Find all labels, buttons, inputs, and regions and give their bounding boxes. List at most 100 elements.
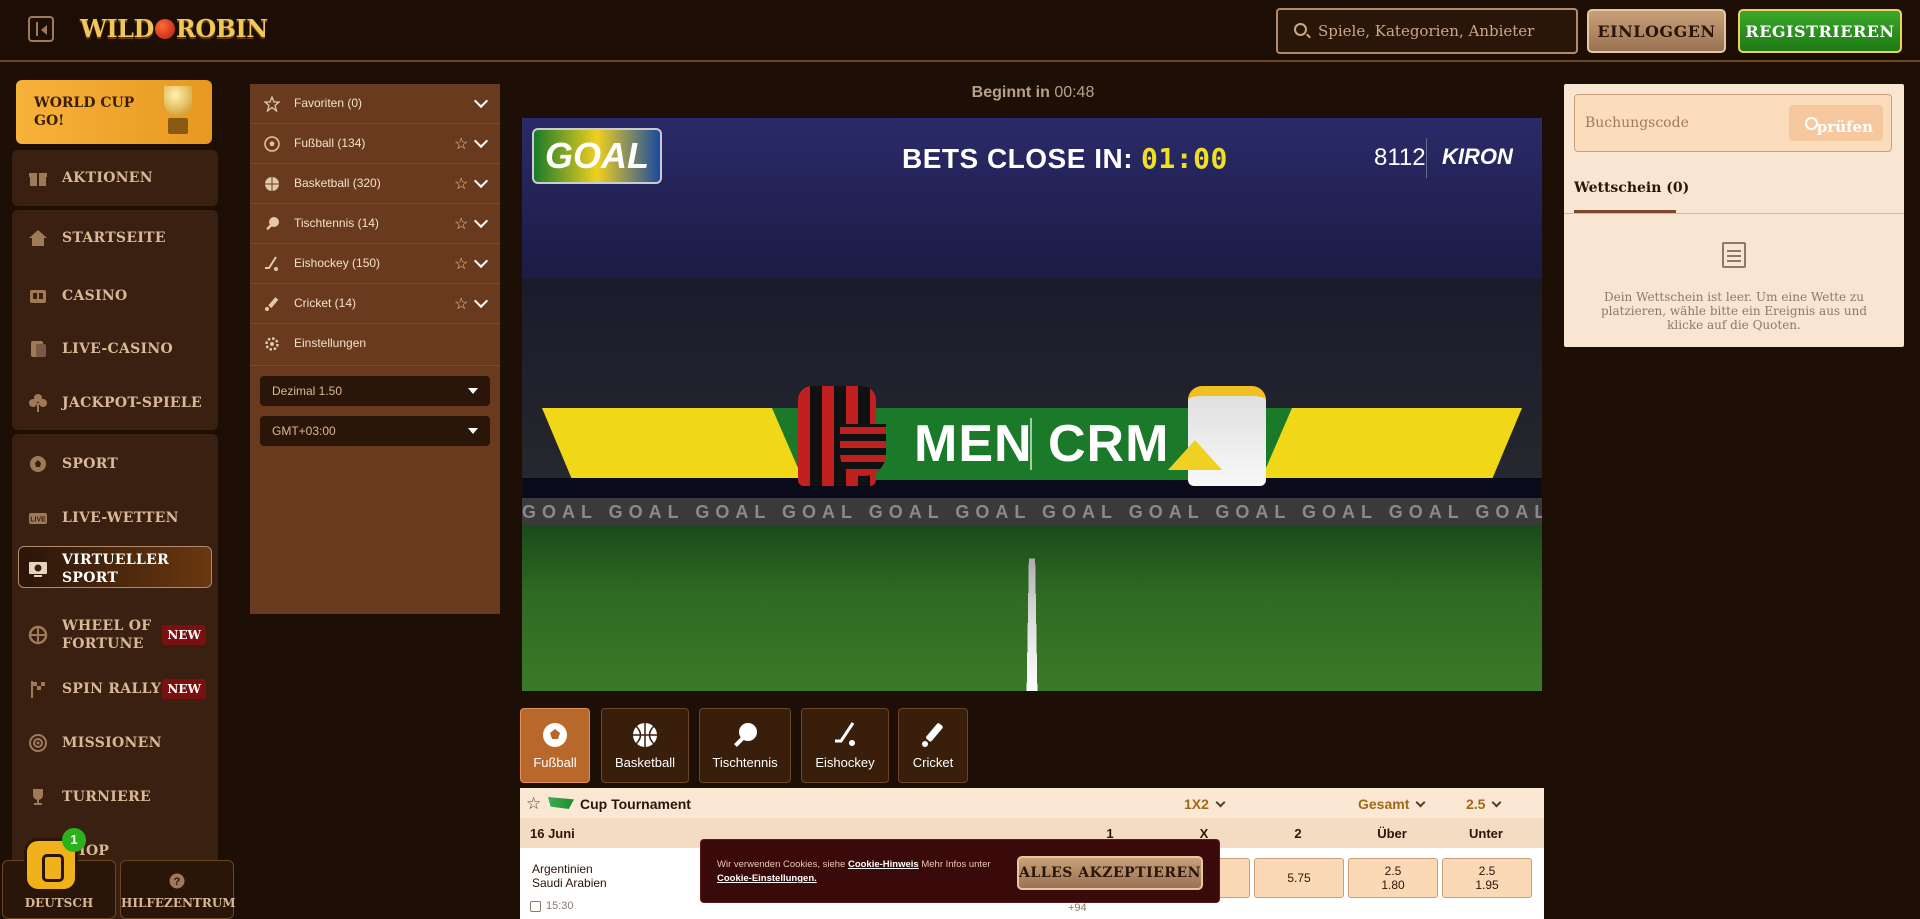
sidebar-item-label: MISSIONEN — [62, 735, 162, 751]
sidebar-item-aktionen[interactable]: AKTIONEN — [12, 153, 218, 203]
logo-text-robin: ROBIN — [175, 14, 268, 43]
help-icon: ? — [169, 873, 185, 889]
event-countdown: Beginnt in 00:48 — [522, 84, 1544, 102]
sidebar-item-label: WHEEL OF FORTUNE — [62, 618, 152, 652]
tournament-title: Cup Tournament — [580, 796, 691, 812]
sports-nav-hockey[interactable]: Eishockey (150) ☆ — [250, 244, 500, 284]
login-button[interactable]: EINLOGGEN — [1587, 9, 1726, 53]
provider-logo: KIRON — [1442, 144, 1513, 169]
top-header: WILD ROBIN EINLOGGEN REGISTRIEREN — [0, 0, 1920, 62]
flag-icon — [31, 681, 45, 698]
sports-nav-settings[interactable]: Einstellungen — [250, 324, 500, 366]
cookie-text-part: Wir verwenden Cookies, siehe — [717, 859, 846, 870]
search-input[interactable] — [1318, 10, 1568, 52]
column-header-under: Unter — [1469, 826, 1503, 841]
tab-label: Eishockey — [815, 755, 875, 770]
favorite-star-icon[interactable]: ☆ — [454, 294, 468, 314]
sports-nav-label: Basketball (320) — [294, 176, 381, 190]
check-booking-button[interactable]: prüfen — [1789, 105, 1883, 141]
register-button[interactable]: REGISTRIEREN — [1738, 9, 1902, 53]
help-label: HILFEZENTRUM — [121, 896, 236, 910]
tab-table-tennis[interactable]: Tischtennis — [699, 708, 791, 783]
timezone-select[interactable]: GMT+03:00 — [260, 416, 490, 446]
empty-betslip-icon — [1722, 242, 1746, 268]
chat-notification-badge: 1 — [62, 828, 86, 852]
sidebar-item-wheel-of-fortune[interactable]: WHEEL OF FORTUNE NEW — [12, 610, 218, 660]
cricket-icon — [922, 723, 943, 747]
column-header-2: 2 — [1294, 826, 1302, 841]
sidebar-item-virtueller-sport[interactable]: VIRTUELLER SPORT — [12, 546, 218, 592]
sports-nav-label: Fußball (134) — [294, 136, 366, 150]
chevron-down-icon[interactable] — [473, 133, 489, 149]
sidebar-item-live-casino[interactable]: LIVE-CASINO — [12, 324, 218, 374]
favorite-star-icon[interactable]: ☆ — [454, 174, 468, 194]
sidebar-item-startseite[interactable]: STARTSEITE — [12, 213, 218, 263]
odds-line: 2.5 — [1384, 864, 1402, 878]
sidebar-item-live-wetten[interactable]: LIVE LIVE-WETTEN — [12, 493, 218, 543]
language-label: DEUTSCH — [24, 896, 94, 910]
tab-label: Tischtennis — [712, 755, 778, 770]
casino-icon — [30, 290, 46, 303]
market-1x2-select[interactable]: 1X2 — [1184, 796, 1224, 812]
chevron-down-icon[interactable] — [473, 173, 489, 189]
favorite-star-icon[interactable]: ☆ — [454, 214, 468, 234]
favorite-star-icon[interactable]: ☆ — [454, 254, 468, 274]
sidebar-item-jackpot[interactable]: JACKPOT-SPIELE — [12, 378, 218, 428]
sidebar-item-sport[interactable]: SPORT — [12, 439, 218, 489]
nav-group-main: STARTSEITE CASINO LIVE-CASINO JACKPOT-SP… — [12, 210, 218, 430]
odds-button-2[interactable]: 5.75 — [1254, 858, 1344, 898]
market-total-select[interactable]: Gesamt — [1358, 796, 1424, 812]
football-icon — [30, 456, 46, 472]
cookie-notice-link[interactable]: Cookie-Hinweis — [848, 859, 919, 870]
favorite-star-icon[interactable]: ☆ — [454, 134, 468, 154]
chevron-down-icon[interactable] — [473, 93, 489, 109]
favorite-star-icon[interactable]: ☆ — [526, 794, 541, 814]
timezone-value: GMT+03:00 — [272, 424, 336, 438]
event-id: 8112 — [1374, 144, 1426, 171]
sidebar-item-casino[interactable]: CASINO — [12, 271, 218, 321]
odds-button-over[interactable]: 2.5 1.80 — [1348, 858, 1438, 898]
odds-table-header: ☆ Cup Tournament 1X2 Gesamt 2.5 — [520, 788, 1544, 818]
sidebar-item-turniere[interactable]: TURNIERE — [12, 772, 218, 822]
search-box[interactable] — [1276, 8, 1578, 54]
star-icon — [264, 96, 280, 112]
chevron-down-icon[interactable] — [473, 213, 489, 229]
stats-icon[interactable] — [530, 901, 541, 912]
total-line-select[interactable]: 2.5 — [1466, 796, 1500, 812]
more-markets-count[interactable]: +94 — [1068, 902, 1087, 914]
odds-format-select[interactable]: Dezimal 1.50 — [260, 376, 490, 406]
accept-all-cookies-button[interactable]: ALLES AKZEPTIEREN — [1017, 856, 1203, 890]
chevron-down-icon[interactable] — [473, 293, 489, 309]
world-cup-promo-button[interactable]: WORLD CUP GO! — [16, 80, 212, 144]
sidebar-item-missionen[interactable]: MISSIONEN — [12, 718, 218, 768]
tab-hockey[interactable]: Eishockey — [801, 708, 889, 783]
tab-basketball[interactable]: Basketball — [601, 708, 689, 783]
sidebar-toggle-icon[interactable] — [28, 16, 54, 42]
tab-betslip[interactable]: Wettschein (0) — [1574, 180, 1689, 196]
wheel-icon — [28, 625, 48, 645]
home-team-code: MEN — [914, 415, 1033, 473]
football-icon — [543, 723, 567, 747]
odds-button-under[interactable]: 2.5 1.95 — [1442, 858, 1532, 898]
sidebar-item-spin-rally[interactable]: SPIN RALLY NEW — [12, 664, 218, 714]
sports-nav-basketball[interactable]: Basketball (320) ☆ — [250, 164, 500, 204]
sports-nav-table-tennis[interactable]: Tischtennis (14) ☆ — [250, 204, 500, 244]
svg-text:LIVE: LIVE — [30, 517, 46, 524]
tab-football[interactable]: Fußball — [520, 708, 590, 783]
sidebar-item-label: VIRTUELLER SPORT — [62, 552, 170, 586]
help-center-button[interactable]: ? HILFEZENTRUM — [120, 860, 236, 919]
cookie-settings-link[interactable]: Cookie-Einstellungen. — [717, 873, 817, 884]
sidebar-item-label: JACKPOT-SPIELE — [62, 395, 203, 411]
virtual-match-video[interactable]: GOAL GOAL GOAL GOAL GOAL GOAL GOAL GOAL … — [522, 118, 1542, 691]
sports-nav-favorites[interactable]: Favoriten (0) — [250, 84, 500, 124]
sports-nav-football[interactable]: Fußball (134) ☆ — [250, 124, 500, 164]
booking-code-input[interactable] — [1585, 111, 1785, 135]
sports-nav-cricket[interactable]: Cricket (14) ☆ — [250, 284, 500, 324]
sports-nav-label: Cricket (14) — [294, 296, 357, 310]
football-icon — [264, 136, 280, 152]
chevron-down-icon[interactable] — [473, 253, 489, 269]
tab-cricket[interactable]: Cricket — [898, 708, 968, 783]
logo[interactable]: WILD ROBIN — [80, 14, 268, 43]
odds-value: 5.75 — [1287, 871, 1311, 885]
divider — [1426, 138, 1427, 178]
